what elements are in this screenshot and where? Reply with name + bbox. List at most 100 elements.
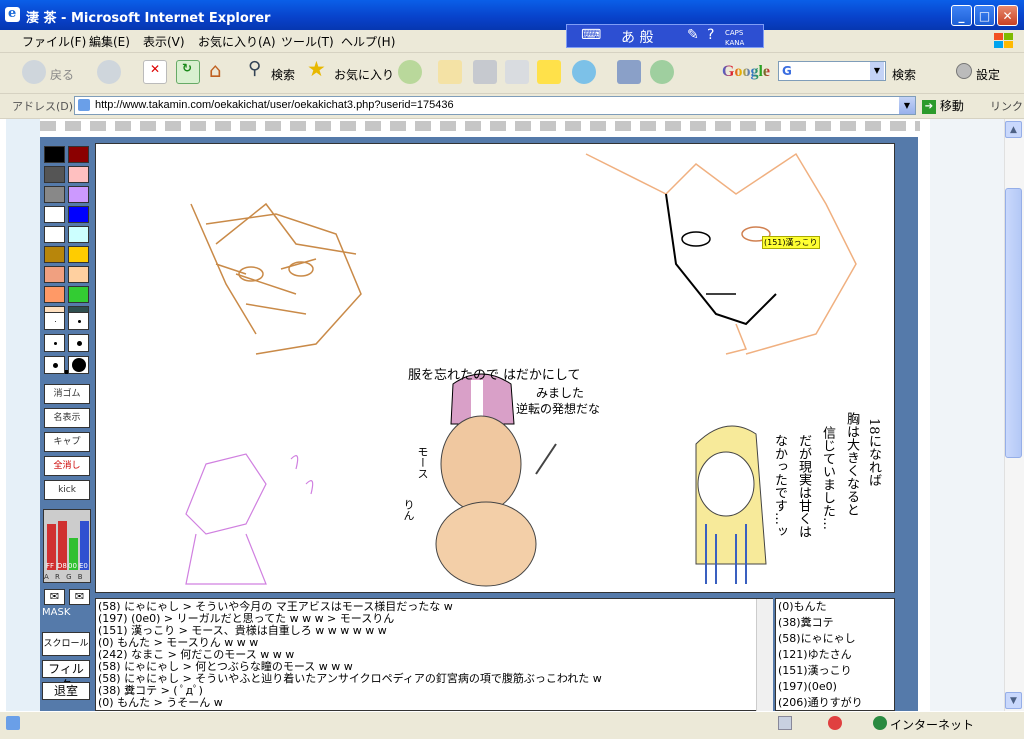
ie-app-icon[interactable]: e [5, 6, 20, 22]
pen-size-button[interactable] [44, 312, 65, 330]
mail-icon[interactable] [438, 60, 462, 84]
pen-size-button[interactable] [68, 334, 89, 352]
color-swatch[interactable] [68, 166, 89, 183]
user-list-item[interactable]: (58)にゃにゃし [778, 632, 856, 646]
home-icon[interactable]: ⌂ [207, 58, 231, 84]
menu-view[interactable]: 表示(V) [143, 33, 185, 50]
forward-arrow-icon[interactable] [97, 60, 121, 84]
scroll-down-arrow[interactable]: ▼ [1005, 692, 1022, 709]
exit-room-button[interactable]: 退室 [42, 682, 90, 700]
mask-toggle-2[interactable]: ✉ [69, 589, 90, 605]
pen-dot [52, 362, 58, 368]
color-swatch[interactable] [44, 206, 65, 223]
menu-tools[interactable]: ツール(T) [281, 33, 334, 50]
ime-mode[interactable]: あ 般 [621, 27, 653, 47]
color-swatch[interactable] [68, 146, 89, 163]
tool-button[interactable]: 名表示 [44, 408, 90, 428]
scroll-button[interactable]: スクロール [42, 632, 90, 656]
stop-icon[interactable]: ✕ [143, 60, 167, 84]
tool-button[interactable]: kick [44, 480, 90, 500]
help-icon[interactable]: ? [707, 27, 714, 43]
menu-help[interactable]: ヘルプ(H) [341, 33, 395, 50]
color-swatch[interactable] [68, 186, 89, 203]
chat-scrollbar[interactable] [756, 599, 773, 711]
tool-button[interactable]: 消ゴム [44, 384, 90, 404]
google-search-input[interactable]: G ▼ [778, 61, 886, 81]
back-arrow-icon[interactable] [22, 60, 46, 84]
color-swatch[interactable] [44, 246, 65, 263]
user-list-item[interactable]: (38)糞コテ [778, 616, 834, 630]
drawing-canvas[interactable]: 服を忘れたので はだかにして みました 逆転の発想だな モース りん 18になれ… [95, 143, 895, 593]
tool-button[interactable]: 全消し [44, 456, 90, 476]
refresh-icon[interactable]: ↻ [176, 60, 200, 84]
print-icon[interactable] [473, 60, 497, 84]
filter-button[interactable]: フィルタ [42, 660, 90, 692]
messenger-icon[interactable] [572, 60, 596, 84]
keyboard-icon[interactable]: ⌨ [581, 27, 601, 43]
edit-icon[interactable] [505, 60, 529, 84]
mask-label: MASK [42, 607, 71, 618]
mask-toggle-1[interactable]: ✉ [44, 589, 65, 605]
discuss-note-icon[interactable] [537, 60, 561, 84]
links-toolbar[interactable]: リンク [990, 98, 1023, 114]
search-icon[interactable]: ⚲ [245, 58, 269, 84]
sketch-face-right [585, 152, 857, 355]
color-swatch[interactable] [44, 146, 65, 163]
tool-button[interactable]: キャプ [44, 432, 90, 452]
chat-line: (0) もんた > うそーん w [98, 696, 223, 709]
back-button-label[interactable]: 戻る [50, 66, 74, 83]
search-button-label[interactable]: 検索 [271, 66, 295, 83]
meter-value-label: 00 [68, 562, 77, 570]
settings-button-label[interactable]: 設定 [976, 66, 1000, 83]
pen-size-button[interactable] [44, 356, 65, 374]
go-button[interactable]: ➔ 移動 [922, 97, 964, 114]
pen-size-button[interactable] [44, 334, 65, 352]
color-swatch[interactable] [68, 246, 89, 263]
chat-log[interactable]: (58) にゃにゃし > そういや今月の マ王アビスはモース様目だったな w (1… [95, 598, 773, 711]
user-list-item[interactable]: (206)通りすがり [778, 696, 863, 710]
scroll-up-arrow[interactable]: ▲ [1005, 121, 1022, 138]
scroll-thumb[interactable] [1005, 188, 1022, 458]
maximize-button[interactable]: □ [974, 5, 995, 26]
sketch-girl-blonde [695, 425, 767, 584]
minimize-button[interactable]: _ [951, 5, 972, 26]
color-swatch[interactable] [44, 266, 65, 283]
sketch-face-left [190, 202, 362, 355]
address-input[interactable]: http://www.takamin.com/oekakichat/user/o… [74, 96, 916, 115]
color-swatch[interactable] [44, 166, 65, 183]
pen-size-button[interactable] [68, 312, 89, 330]
color-swatch[interactable] [44, 286, 65, 303]
google-search-button[interactable]: 検索 [892, 66, 916, 83]
user-list-item[interactable]: (121)ゆたさん [778, 648, 852, 662]
favorites-button-label[interactable]: お気に入り [334, 66, 394, 83]
user-list[interactable]: (0)もんた (38)糞コテ (58)にゃにゃし (121)ゆたさん (151)漢っこり… [775, 598, 895, 711]
page-left-margin [6, 119, 40, 711]
color-swatch[interactable] [68, 286, 89, 303]
color-swatch[interactable] [44, 226, 65, 243]
menu-file[interactable]: ファイル(F) [22, 33, 86, 50]
page-right-margin [930, 119, 1004, 711]
ime-language-bar[interactable]: ⌨ あ 般 ✎ ? CAPS KANA [566, 24, 764, 48]
color-swatch[interactable] [68, 266, 89, 283]
research-icon[interactable] [617, 60, 641, 84]
color-swatch[interactable] [68, 206, 89, 223]
canvas-text-2: みました [536, 386, 585, 400]
address-dropdown-button[interactable]: ▼ [899, 97, 915, 114]
user-list-item[interactable]: (0)もんた [778, 600, 827, 614]
menu-favorites[interactable]: お気に入り(A) [198, 33, 276, 50]
history-icon[interactable] [398, 60, 422, 84]
meter-axis-label: A R G B [44, 573, 85, 581]
ime-pad-icon[interactable]: ✎ [687, 27, 699, 43]
color-swatch[interactable] [68, 226, 89, 243]
contacts-icon[interactable] [650, 60, 674, 84]
pen-size-button[interactable] [68, 356, 89, 374]
user-list-item[interactable]: (197)(0e0) [778, 680, 837, 694]
color-swatch[interactable] [44, 186, 65, 203]
menu-edit[interactable]: 編集(E) [89, 33, 130, 50]
favorites-star-icon[interactable]: ★ [306, 57, 330, 84]
google-toolbar-logo[interactable]: Google [722, 63, 770, 81]
close-button[interactable]: ✕ [997, 5, 1018, 26]
color-meter[interactable]: FF D8 00 E0 [43, 509, 91, 583]
settings-icon[interactable] [956, 63, 972, 79]
user-list-item[interactable]: (151)漢っこり [778, 664, 852, 678]
